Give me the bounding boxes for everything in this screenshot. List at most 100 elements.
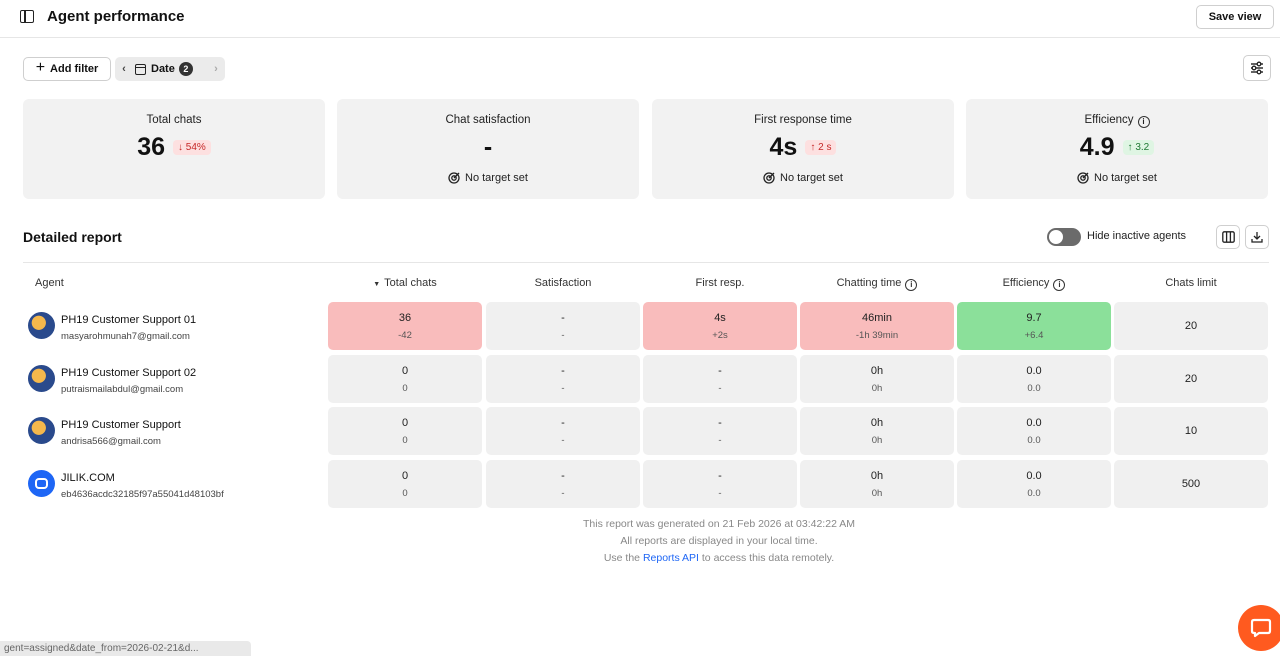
cell-total-chats: 00 — [328, 460, 482, 508]
stat-value: 36 — [137, 133, 165, 161]
stat-delta-badge: ↓ 54% — [173, 140, 211, 155]
column-header-chats-limit[interactable]: Chats limit — [1114, 277, 1268, 289]
hide-inactive-label: Hide inactive agents — [1087, 230, 1187, 242]
chat-launcher-button[interactable] — [1238, 605, 1280, 651]
stat-title: Total chats — [146, 114, 202, 126]
plus-icon: + — [35, 59, 46, 76]
stat-target-label: No target set — [1094, 172, 1157, 184]
info-icon[interactable]: i — [905, 279, 918, 291]
date-filter-count-badge: 2 — [178, 62, 193, 76]
add-filter-button[interactable]: + Add filter — [23, 57, 111, 81]
agent-name: PH19 Customer Support 01 — [61, 314, 197, 326]
cell-satisfaction: -- — [486, 355, 640, 403]
cell-chatting-time: 0h 0h — [800, 355, 954, 403]
page-title: Agent performance — [47, 8, 185, 25]
agent-name: PH19 Customer Support — [61, 419, 181, 431]
view-settings-button[interactable] — [1243, 55, 1271, 81]
report-generated-note: This report was generated on 21 Feb 2026… — [582, 518, 855, 530]
stat-card-first-response-time: First response time 4s ↑ 2 s No target s… — [652, 99, 954, 199]
agent-email: andrisa566@gmail.com — [61, 436, 161, 447]
stat-card-total-chats: Total chats 36 ↓ 54% — [23, 99, 325, 199]
divider — [23, 262, 1269, 263]
date-filter[interactable]: ‹ Date 2 › — [115, 57, 225, 81]
cell-efficiency: 0.0 0.0 — [957, 355, 1111, 403]
agent-name: JILIK.COM — [61, 472, 115, 484]
chat-bubble-icon — [1250, 618, 1272, 638]
column-header-agent[interactable]: Agent — [35, 277, 64, 289]
cell-first-response: 4s +2s — [643, 302, 797, 350]
cell-chats-limit: 10 — [1114, 407, 1268, 455]
cell-efficiency: 9.7 +6.4 — [957, 302, 1111, 350]
stat-target: No target set — [966, 172, 1268, 184]
reports-api-link[interactable]: Reports API — [643, 552, 699, 564]
cell-efficiency: 0.0 0.0 — [957, 407, 1111, 455]
stat-target: No target set — [337, 172, 639, 184]
agent-email: eb4636acdc32185f97a55041d48103bf — [61, 489, 224, 500]
stat-target-label: No target set — [465, 172, 528, 184]
column-header-total-chats[interactable]: ▼ Total chats — [328, 277, 482, 289]
sliders-icon — [1251, 61, 1263, 75]
chevron-left-icon[interactable]: ‹ — [115, 63, 133, 75]
cell-chats-limit: 500 — [1114, 460, 1268, 508]
agent-email: masyarohmunah7@gmail.com — [61, 331, 190, 342]
info-icon[interactable]: i — [1137, 116, 1150, 128]
stat-value: - — [483, 133, 493, 161]
cell-first-response: -- — [643, 407, 797, 455]
stat-card-efficiency: Efficiency i 4.9 ↑ 3.2 No target set — [966, 99, 1268, 199]
stat-card-chat-satisfaction: Chat satisfaction - No target set — [337, 99, 639, 199]
cell-total-chats: 00 — [328, 407, 482, 455]
cell-satisfaction: -- — [486, 460, 640, 508]
column-header-chatting-time[interactable]: Chatting time i — [800, 277, 954, 291]
cell-total-chats: 00 — [328, 355, 482, 403]
status-url: gent=assigned&date_from=2026-02-21&d... — [0, 641, 251, 656]
target-icon — [448, 172, 460, 184]
cell-chats-limit: 20 — [1114, 302, 1268, 350]
cell-chats-limit: 20 — [1114, 355, 1268, 403]
cell-chatting-time: 0h 0h — [800, 407, 954, 455]
cell-chatting-time: 0h 0h — [800, 460, 954, 508]
stat-target-label: No target set — [780, 172, 843, 184]
chevron-right-icon[interactable]: › — [207, 63, 225, 75]
stat-title: Efficiency — [1084, 114, 1134, 126]
download-icon — [1251, 232, 1263, 243]
save-view-button[interactable]: Save view — [1196, 5, 1274, 29]
avatar — [28, 365, 55, 392]
column-header-satisfaction[interactable]: Satisfaction — [486, 277, 640, 289]
column-header-first-response[interactable]: First resp. — [643, 277, 797, 289]
cell-total-chats: 36 -42 — [328, 302, 482, 350]
sidebar-toggle-icon[interactable] — [20, 10, 34, 23]
date-filter-label: Date — [151, 63, 175, 75]
cell-satisfaction: -- — [486, 302, 640, 350]
stat-value: 4.9 — [1079, 133, 1115, 161]
stat-value: 4s — [769, 133, 798, 161]
target-icon — [1077, 172, 1089, 184]
cell-first-response: -- — [643, 355, 797, 403]
cell-first-response: -- — [643, 460, 797, 508]
stat-delta-badge: ↑ 2 s — [805, 140, 837, 155]
cell-chatting-time: 46min -1h 39min — [800, 302, 954, 350]
columns-icon — [1221, 231, 1235, 243]
stat-title: First response time — [754, 114, 852, 126]
avatar — [28, 312, 55, 339]
stat-target: No target set — [652, 172, 954, 184]
avatar — [28, 417, 55, 444]
add-filter-label: Add filter — [50, 63, 99, 75]
column-header-efficiency[interactable]: Efficiency i — [957, 277, 1111, 291]
agent-email: putraismailabdul@gmail.com — [61, 384, 184, 395]
chat-bubble-icon — [35, 478, 48, 489]
api-note: Use the Reports API to access this data … — [603, 552, 835, 564]
avatar — [28, 470, 55, 497]
target-icon — [763, 172, 775, 184]
stat-title: Chat satisfaction — [445, 114, 531, 126]
stat-delta-badge: ↑ 3.2 — [1122, 140, 1155, 155]
download-button[interactable] — [1245, 225, 1269, 249]
info-icon[interactable]: i — [1053, 279, 1066, 291]
columns-button[interactable] — [1216, 225, 1240, 249]
calendar-icon — [135, 63, 146, 75]
top-bar: Agent performance Save view — [0, 0, 1280, 38]
hide-inactive-toggle[interactable] — [1047, 228, 1081, 246]
timezone-note: All reports are displayed in your local … — [620, 535, 818, 547]
section-title: Detailed report — [23, 229, 122, 245]
agent-name: PH19 Customer Support 02 — [61, 367, 197, 379]
cell-efficiency: 0.0 0.0 — [957, 460, 1111, 508]
